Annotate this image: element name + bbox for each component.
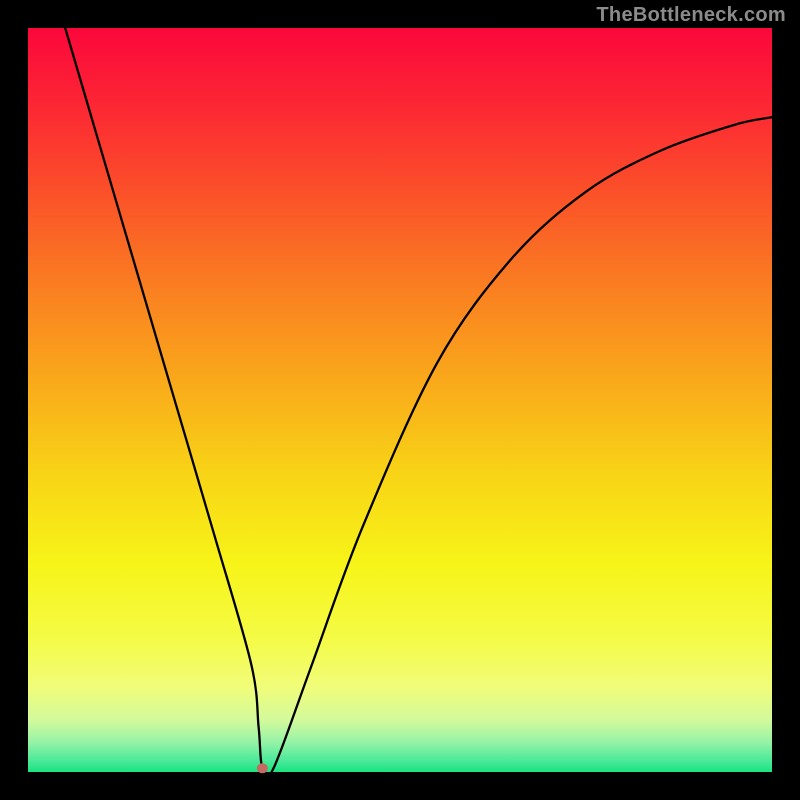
- watermark-text: TheBottleneck.com: [596, 4, 786, 27]
- optimal-point-marker: [257, 763, 268, 773]
- bottleneck-chart: [0, 0, 800, 800]
- plot-area: [28, 28, 772, 772]
